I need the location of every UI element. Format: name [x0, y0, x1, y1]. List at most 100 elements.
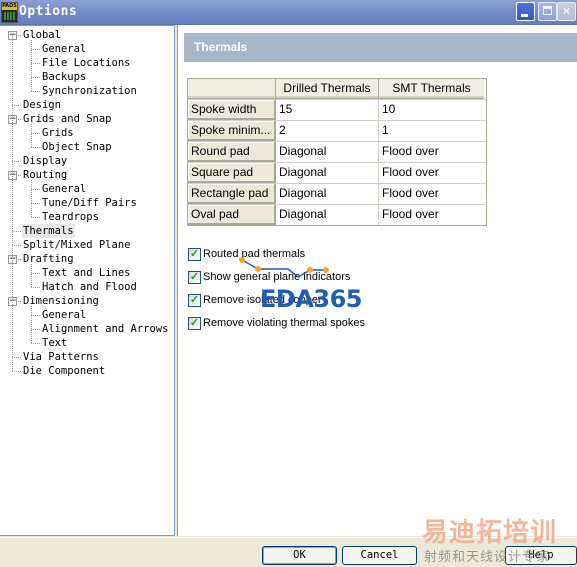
column-header[interactable]: Drilled Thermals — [276, 79, 379, 99]
smt-thermal-cell[interactable]: 1 — [379, 121, 484, 141]
tree-item-label: Routing — [23, 169, 68, 181]
thermals-grid: Drilled Thermals SMT Thermals Spoke width 1… — [187, 78, 487, 226]
checkbox[interactable]: ✓ — [188, 271, 201, 284]
tree-connector — [31, 315, 40, 316]
tree-item[interactable]: Routing — [22, 168, 68, 182]
tree-item[interactable]: Alignment and Arrows — [41, 322, 169, 336]
tree-item-label: General — [42, 309, 87, 321]
tree-item[interactable]: Grids and Snap — [22, 112, 113, 126]
tree-item[interactable]: Via Patterns — [22, 350, 100, 364]
row-header: Rectangle pad — [188, 184, 276, 204]
drilled-thermal-cell[interactable]: 2 — [276, 121, 379, 141]
tree-item-label: Dimensioning — [23, 295, 99, 307]
app-icon-grid — [4, 12, 15, 20]
cancel-button[interactable]: Cancel — [342, 546, 417, 565]
maximize-button[interactable] — [538, 2, 557, 21]
tree-item[interactable]: General — [41, 308, 87, 322]
tree-item[interactable]: General — [41, 42, 87, 56]
tree-connector — [12, 245, 21, 246]
smt-thermal-cell[interactable]: Flood over — [379, 205, 484, 225]
checkmark-icon: ✓ — [189, 294, 200, 306]
tree-connector — [12, 161, 21, 162]
tree-connector — [31, 217, 40, 218]
training-watermark: 易迪拓培训 射频和天线设计专家 — [422, 512, 577, 566]
tree-branch-line — [31, 306, 32, 343]
checkbox[interactable]: ✓ — [188, 248, 201, 261]
tree-item[interactable]: Hatch and Flood — [41, 280, 138, 294]
tree-item-label: General — [42, 183, 87, 195]
smt-thermal-cell[interactable]: 10 — [379, 100, 484, 120]
page-title: Thermals — [184, 33, 577, 62]
tree-item-label: Object Snap — [42, 141, 112, 153]
grid-row: Spoke minim... 2 1 — [188, 121, 486, 142]
tree-item[interactable]: Text — [41, 336, 68, 350]
minimize-icon — [521, 14, 528, 17]
drilled-thermal-cell[interactable]: Diagonal — [276, 142, 379, 162]
tree-connector — [12, 105, 21, 106]
tree-connector — [12, 357, 21, 358]
drilled-thermal-cell[interactable]: Diagonal — [276, 163, 379, 183]
checkbox[interactable]: ✓ — [188, 317, 201, 330]
tree-item[interactable]: Display — [22, 154, 68, 168]
tree-item[interactable]: Die Component — [22, 364, 106, 378]
app-icon-label: PADS — [2, 3, 17, 10]
tree-item[interactable]: Teardrops — [41, 210, 100, 224]
minimize-button[interactable] — [516, 2, 535, 21]
drilled-thermal-cell[interactable]: 15 — [276, 100, 379, 120]
tree-item[interactable]: Backups — [41, 70, 87, 84]
tree-item[interactable]: Tune/Diff Pairs — [41, 196, 138, 210]
checkmark-icon: ✓ — [189, 248, 200, 260]
tree-item[interactable]: Drafting — [22, 252, 75, 266]
ok-button[interactable]: OK — [262, 546, 337, 565]
tree-item[interactable]: Grids — [41, 126, 75, 140]
tree-item-label: Grids — [42, 127, 74, 139]
tree-item[interactable]: Object Snap — [41, 140, 113, 154]
grid-row: Round pad Diagonal Flood over — [188, 142, 486, 163]
drilled-thermal-cell[interactable]: Diagonal — [276, 184, 379, 204]
checkbox-label: Remove violating thermal spokes — [203, 317, 366, 329]
tree-item[interactable]: Synchronization — [41, 84, 138, 98]
smt-thermal-cell[interactable]: Flood over — [379, 142, 484, 162]
tree-item-label: Text and Lines — [42, 267, 131, 279]
tree-item[interactable]: Thermals — [22, 224, 75, 238]
category-tree[interactable]: Global − General File Locations Backups Synch… — [0, 25, 175, 536]
tree-branch-line — [31, 40, 32, 91]
tree-branch-line — [31, 180, 32, 217]
tree-item[interactable]: Design — [22, 98, 62, 112]
tree-connector — [31, 189, 40, 190]
checkmark-icon: ✓ — [189, 271, 200, 283]
tree-item-label: Teardrops — [42, 211, 99, 223]
column-header[interactable]: SMT Thermals — [379, 79, 484, 99]
tree-item-label: Thermals — [23, 225, 74, 237]
tree-connector — [12, 231, 21, 232]
column-header[interactable] — [188, 79, 276, 99]
tree-item[interactable]: Dimensioning — [22, 294, 100, 308]
smt-thermal-cell[interactable]: Flood over — [379, 163, 484, 183]
pads-app-icon[interactable]: PADS — [1, 2, 18, 23]
tree-item-label: Tune/Diff Pairs — [42, 197, 137, 209]
checkmark-icon: ✓ — [189, 317, 200, 329]
tree-connector — [31, 343, 40, 344]
row-header: Spoke minim... — [188, 121, 276, 141]
row-header: Spoke width — [188, 100, 276, 120]
checkbox[interactable]: ✓ — [188, 294, 201, 307]
tree-connector — [31, 77, 40, 78]
training-watermark-title: 易迪拓培训 — [422, 518, 558, 548]
tree-item[interactable]: General — [41, 182, 87, 196]
tree-connector — [31, 49, 40, 50]
smt-thermal-cell[interactable]: Flood over — [379, 184, 484, 204]
tree-item-label: Grids and Snap — [23, 113, 112, 125]
tree-item[interactable]: Text and Lines — [41, 266, 132, 280]
tree-connector — [31, 203, 40, 204]
tree-item-label: Backups — [42, 71, 87, 83]
tree-connector — [31, 133, 40, 134]
tree-item[interactable]: Split/Mixed Plane — [22, 238, 131, 252]
tree-branch-line — [31, 124, 32, 147]
close-button[interactable]: ✕ — [557, 2, 576, 21]
tree-item-label: Die Component — [23, 365, 106, 377]
tree-item[interactable]: Global — [22, 28, 62, 42]
tree-item-label: Alignment and Arrows — [42, 323, 169, 335]
tree-item[interactable]: File Locations — [41, 56, 132, 70]
drilled-thermal-cell[interactable]: Diagonal — [276, 205, 379, 225]
eda365-text: EDA365 — [260, 285, 363, 313]
